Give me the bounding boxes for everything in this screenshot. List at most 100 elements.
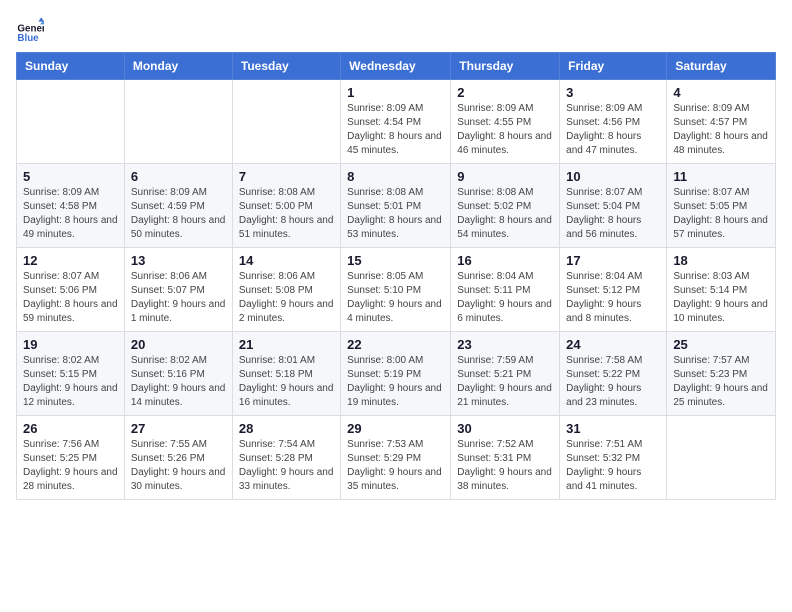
calendar-cell: 28 Sunrise: 7:54 AM Sunset: 5:28 PM Dayli… [232,416,340,500]
calendar-cell: 2 Sunrise: 8:09 AM Sunset: 4:55 PM Daylig… [451,80,560,164]
day-number: 25 [673,337,769,352]
weekday-header-wednesday: Wednesday [341,53,451,80]
day-info: Sunrise: 8:09 AM Sunset: 4:55 PM Dayligh… [457,102,553,158]
day-info: Sunrise: 7:54 AM Sunset: 5:28 PM Dayligh… [239,438,334,494]
calendar-cell: 18 Sunrise: 8:03 AM Sunset: 5:14 PM Dayli… [667,248,776,332]
day-number: 2 [457,85,553,100]
calendar-cell: 29 Sunrise: 7:53 AM Sunset: 5:29 PM Dayli… [341,416,451,500]
calendar-cell: 12Sunrise: 8:07 AM Sunset: 5:06 PM Dayli… [17,248,125,332]
day-number: 30 [457,421,553,436]
day-number: 17 [566,253,660,268]
day-number: 10 [566,169,660,184]
calendar-cell: 25 Sunrise: 7:57 AM Sunset: 5:23 PM Dayli… [667,332,776,416]
day-info: Sunrise: 8:09 AM Sunset: 4:58 PM Dayligh… [23,186,118,242]
calendar-cell [667,416,776,500]
day-info: Sunrise: 8:02 AM Sunset: 5:15 PM Dayligh… [23,354,118,410]
day-number: 26 [23,421,118,436]
calendar-cell: 13 Sunrise: 8:06 AM Sunset: 5:07 PM Dayli… [124,248,232,332]
day-info: Sunrise: 8:09 AM Sunset: 4:57 PM Dayligh… [673,102,769,158]
day-info: Sunrise: 7:56 AM Sunset: 5:25 PM Dayligh… [23,438,118,494]
day-info: Sunrise: 8:08 AM Sunset: 5:02 PM Dayligh… [457,186,553,242]
logo-icon: General Blue [16,16,44,44]
calendar-cell: 24 Sunrise: 7:58 AM Sunset: 5:22 PM Dayli… [560,332,667,416]
weekday-header-monday: Monday [124,53,232,80]
day-number: 18 [673,253,769,268]
day-number: 16 [457,253,553,268]
day-number: 28 [239,421,334,436]
weekday-header-saturday: Saturday [667,53,776,80]
weekday-header-row: SundayMondayTuesdayWednesdayThursdayFrid… [17,53,776,80]
day-info: Sunrise: 8:08 AM Sunset: 5:00 PM Dayligh… [239,186,334,242]
day-info: Sunrise: 8:08 AM Sunset: 5:01 PM Dayligh… [347,186,444,242]
day-info: Sunrise: 7:58 AM Sunset: 5:22 PM Dayligh… [566,354,660,410]
day-info: Sunrise: 7:57 AM Sunset: 5:23 PM Dayligh… [673,354,769,410]
calendar-cell: 20Sunrise: 8:02 AM Sunset: 5:16 PM Dayli… [124,332,232,416]
calendar-table: SundayMondayTuesdayWednesdayThursdayFrid… [16,52,776,500]
calendar-cell: 6 Sunrise: 8:09 AM Sunset: 4:59 PM Daylig… [124,164,232,248]
day-number: 6 [131,169,226,184]
day-info: Sunrise: 8:09 AM Sunset: 4:54 PM Dayligh… [347,102,444,158]
calendar-cell: 17Sunrise: 8:04 AM Sunset: 5:12 PM Dayli… [560,248,667,332]
weekday-header-thursday: Thursday [451,53,560,80]
calendar-cell: 23 Sunrise: 7:59 AM Sunset: 5:21 PM Dayli… [451,332,560,416]
day-info: Sunrise: 8:00 AM Sunset: 5:19 PM Dayligh… [347,354,444,410]
day-number: 7 [239,169,334,184]
day-info: Sunrise: 8:07 AM Sunset: 5:05 PM Dayligh… [673,186,769,242]
calendar-week-row: 26 Sunrise: 7:56 AM Sunset: 5:25 PM Dayli… [17,416,776,500]
weekday-header-sunday: Sunday [17,53,125,80]
day-number: 31 [566,421,660,436]
calendar-cell: 15 Sunrise: 8:05 AM Sunset: 5:10 PM Dayli… [341,248,451,332]
calendar-cell: 27Sunrise: 7:55 AM Sunset: 5:26 PM Dayli… [124,416,232,500]
day-number: 22 [347,337,444,352]
day-number: 11 [673,169,769,184]
day-info: Sunrise: 7:55 AM Sunset: 5:26 PM Dayligh… [131,438,226,494]
calendar-cell: 21Sunrise: 8:01 AM Sunset: 5:18 PM Dayli… [232,332,340,416]
calendar-cell: 5 Sunrise: 8:09 AM Sunset: 4:58 PM Daylig… [17,164,125,248]
calendar-cell: 4 Sunrise: 8:09 AM Sunset: 4:57 PM Daylig… [667,80,776,164]
weekday-header-tuesday: Tuesday [232,53,340,80]
day-number: 3 [566,85,660,100]
calendar-cell: 3Sunrise: 8:09 AM Sunset: 4:56 PM Daylig… [560,80,667,164]
calendar-cell: 9 Sunrise: 8:08 AM Sunset: 5:02 PM Daylig… [451,164,560,248]
day-number: 21 [239,337,334,352]
day-info: Sunrise: 8:05 AM Sunset: 5:10 PM Dayligh… [347,270,444,326]
day-number: 4 [673,85,769,100]
weekday-header-friday: Friday [560,53,667,80]
day-number: 13 [131,253,226,268]
day-number: 12 [23,253,118,268]
calendar-body: 1 Sunrise: 8:09 AM Sunset: 4:54 PM Daylig… [17,80,776,500]
day-info: Sunrise: 7:52 AM Sunset: 5:31 PM Dayligh… [457,438,553,494]
day-info: Sunrise: 8:09 AM Sunset: 4:59 PM Dayligh… [131,186,226,242]
day-number: 15 [347,253,444,268]
calendar-cell: 19Sunrise: 8:02 AM Sunset: 5:15 PM Dayli… [17,332,125,416]
day-number: 9 [457,169,553,184]
day-number: 24 [566,337,660,352]
day-number: 1 [347,85,444,100]
logo: General Blue [16,16,44,44]
calendar-cell: 11 Sunrise: 8:07 AM Sunset: 5:05 PM Dayli… [667,164,776,248]
svg-text:Blue: Blue [17,33,39,44]
day-number: 14 [239,253,334,268]
day-info: Sunrise: 7:59 AM Sunset: 5:21 PM Dayligh… [457,354,553,410]
day-number: 23 [457,337,553,352]
calendar-week-row: 1 Sunrise: 8:09 AM Sunset: 4:54 PM Daylig… [17,80,776,164]
calendar-cell: 31 Sunrise: 7:51 AM Sunset: 5:32 PM Dayli… [560,416,667,500]
day-number: 29 [347,421,444,436]
calendar-cell: 16Sunrise: 8:04 AM Sunset: 5:11 PM Dayli… [451,248,560,332]
page-header: General Blue [16,16,776,44]
calendar-cell [124,80,232,164]
calendar-week-row: 19Sunrise: 8:02 AM Sunset: 5:15 PM Dayli… [17,332,776,416]
day-info: Sunrise: 7:51 AM Sunset: 5:32 PM Dayligh… [566,438,660,494]
day-info: Sunrise: 8:07 AM Sunset: 5:04 PM Dayligh… [566,186,660,242]
day-number: 5 [23,169,118,184]
day-number: 8 [347,169,444,184]
day-info: Sunrise: 8:02 AM Sunset: 5:16 PM Dayligh… [131,354,226,410]
calendar-cell: 22 Sunrise: 8:00 AM Sunset: 5:19 PM Dayli… [341,332,451,416]
day-info: Sunrise: 8:06 AM Sunset: 5:07 PM Dayligh… [131,270,226,326]
calendar-cell: 14Sunrise: 8:06 AM Sunset: 5:08 PM Dayli… [232,248,340,332]
calendar-week-row: 12Sunrise: 8:07 AM Sunset: 5:06 PM Dayli… [17,248,776,332]
calendar-cell [17,80,125,164]
calendar-cell: 7 Sunrise: 8:08 AM Sunset: 5:00 PM Daylig… [232,164,340,248]
day-info: Sunrise: 7:53 AM Sunset: 5:29 PM Dayligh… [347,438,444,494]
day-info: Sunrise: 8:03 AM Sunset: 5:14 PM Dayligh… [673,270,769,326]
